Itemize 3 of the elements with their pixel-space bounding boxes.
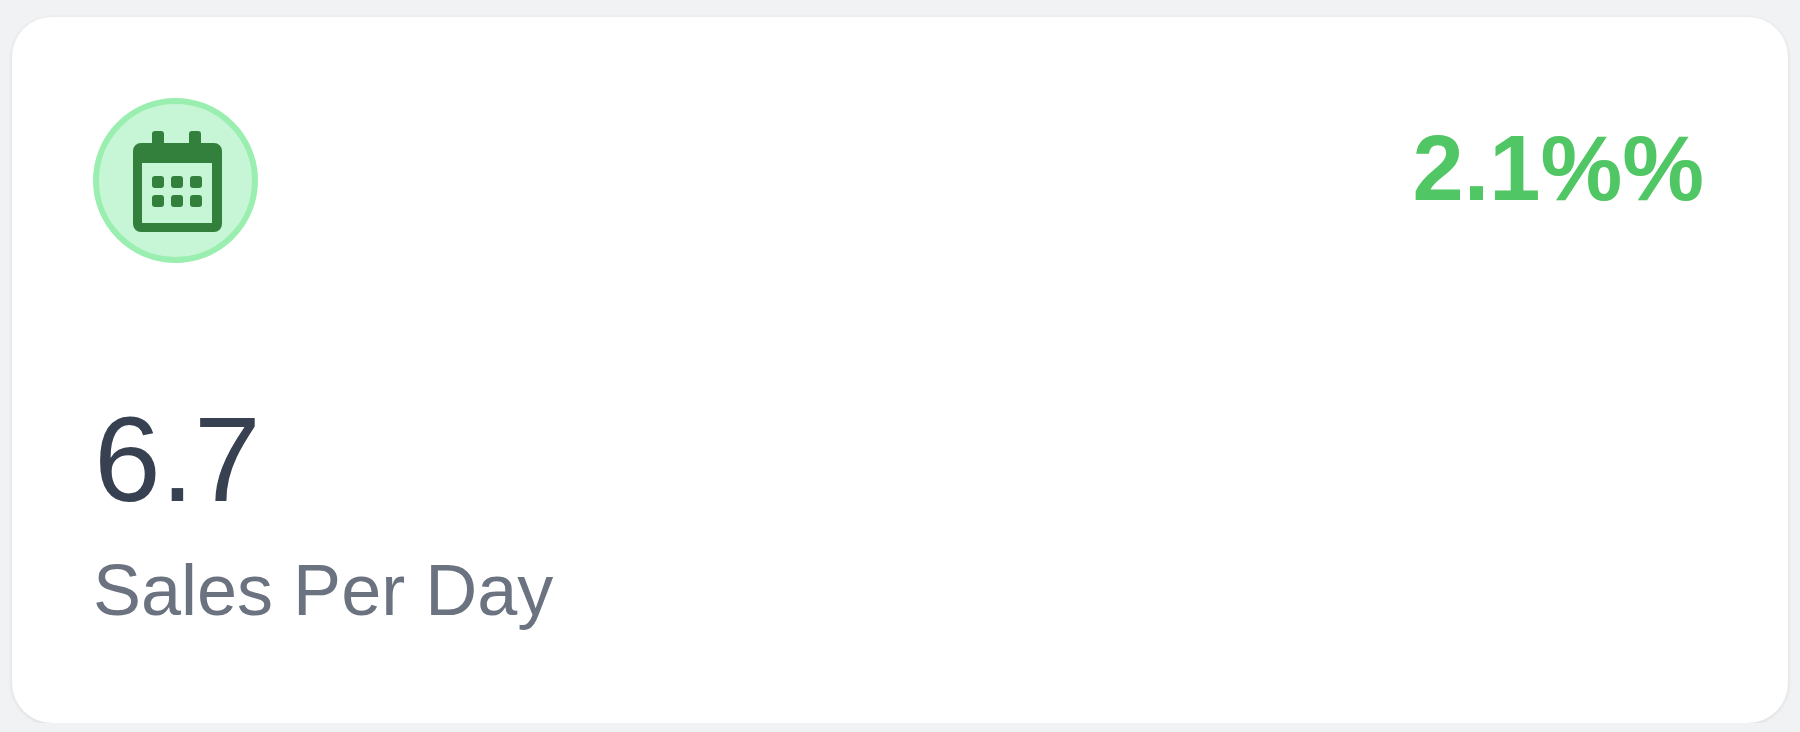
percent-change: 2.1%% <box>1412 122 1704 214</box>
calendar-icon <box>93 98 258 263</box>
stat-value: 6.7 <box>94 399 261 519</box>
